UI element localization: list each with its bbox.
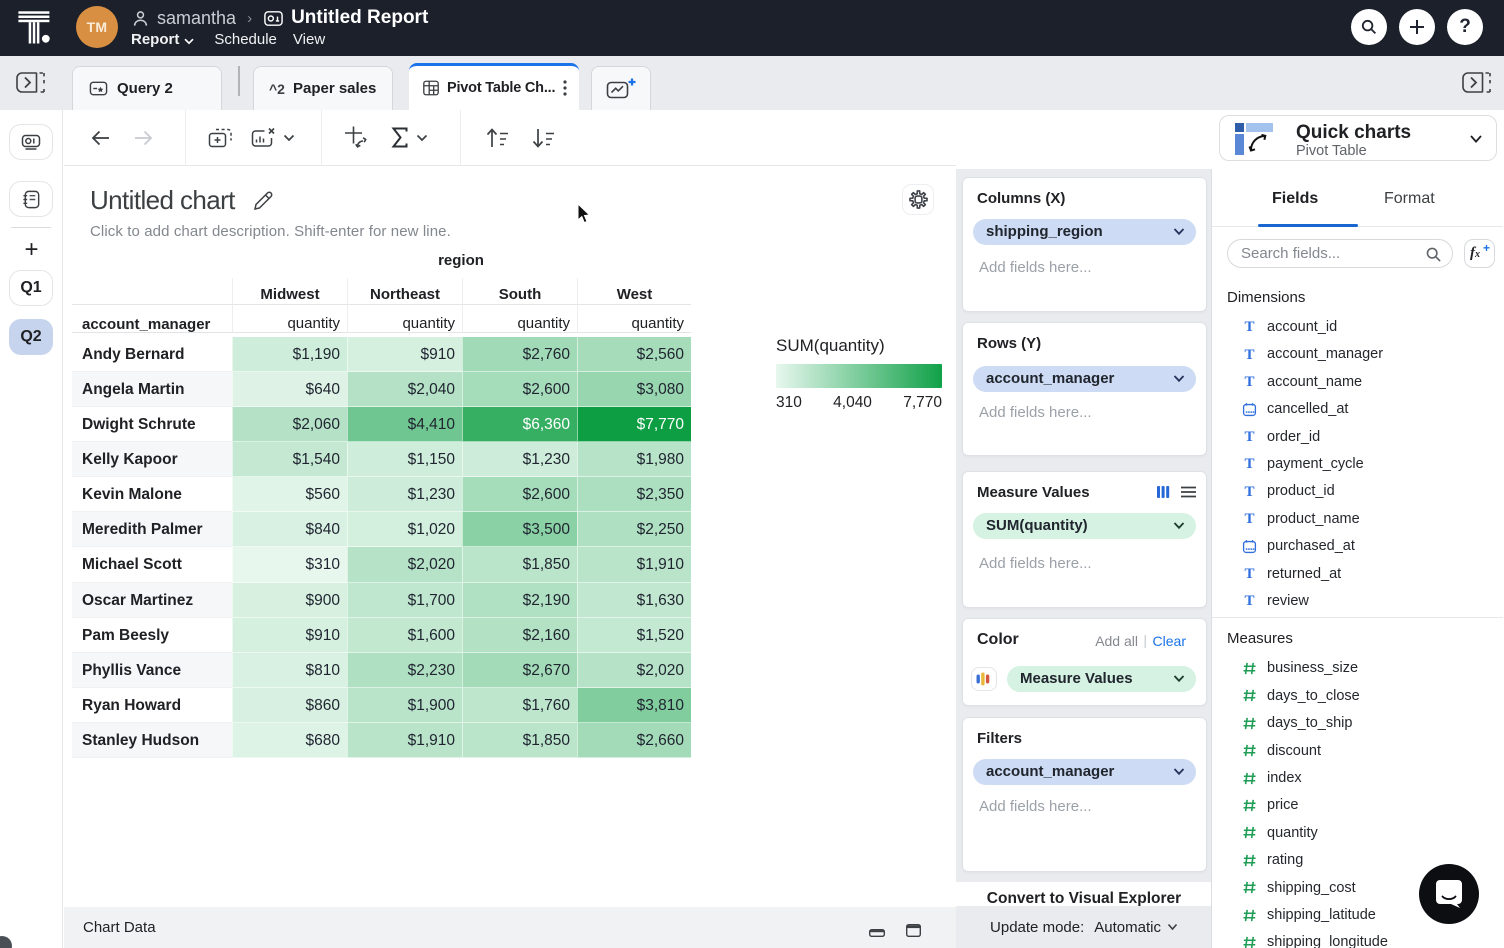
svg-text:T: T [1244,594,1254,609]
svg-text:T: T [1244,429,1254,444]
svg-text:T: T [1244,320,1254,335]
svg-text:T: T [1244,566,1254,581]
svg-text:T: T [1244,347,1254,362]
svg-text:T: T [1244,484,1254,499]
svg-text:T: T [1244,511,1254,526]
svg-text:T: T [1244,374,1254,389]
svg-text:T: T [1244,457,1254,472]
